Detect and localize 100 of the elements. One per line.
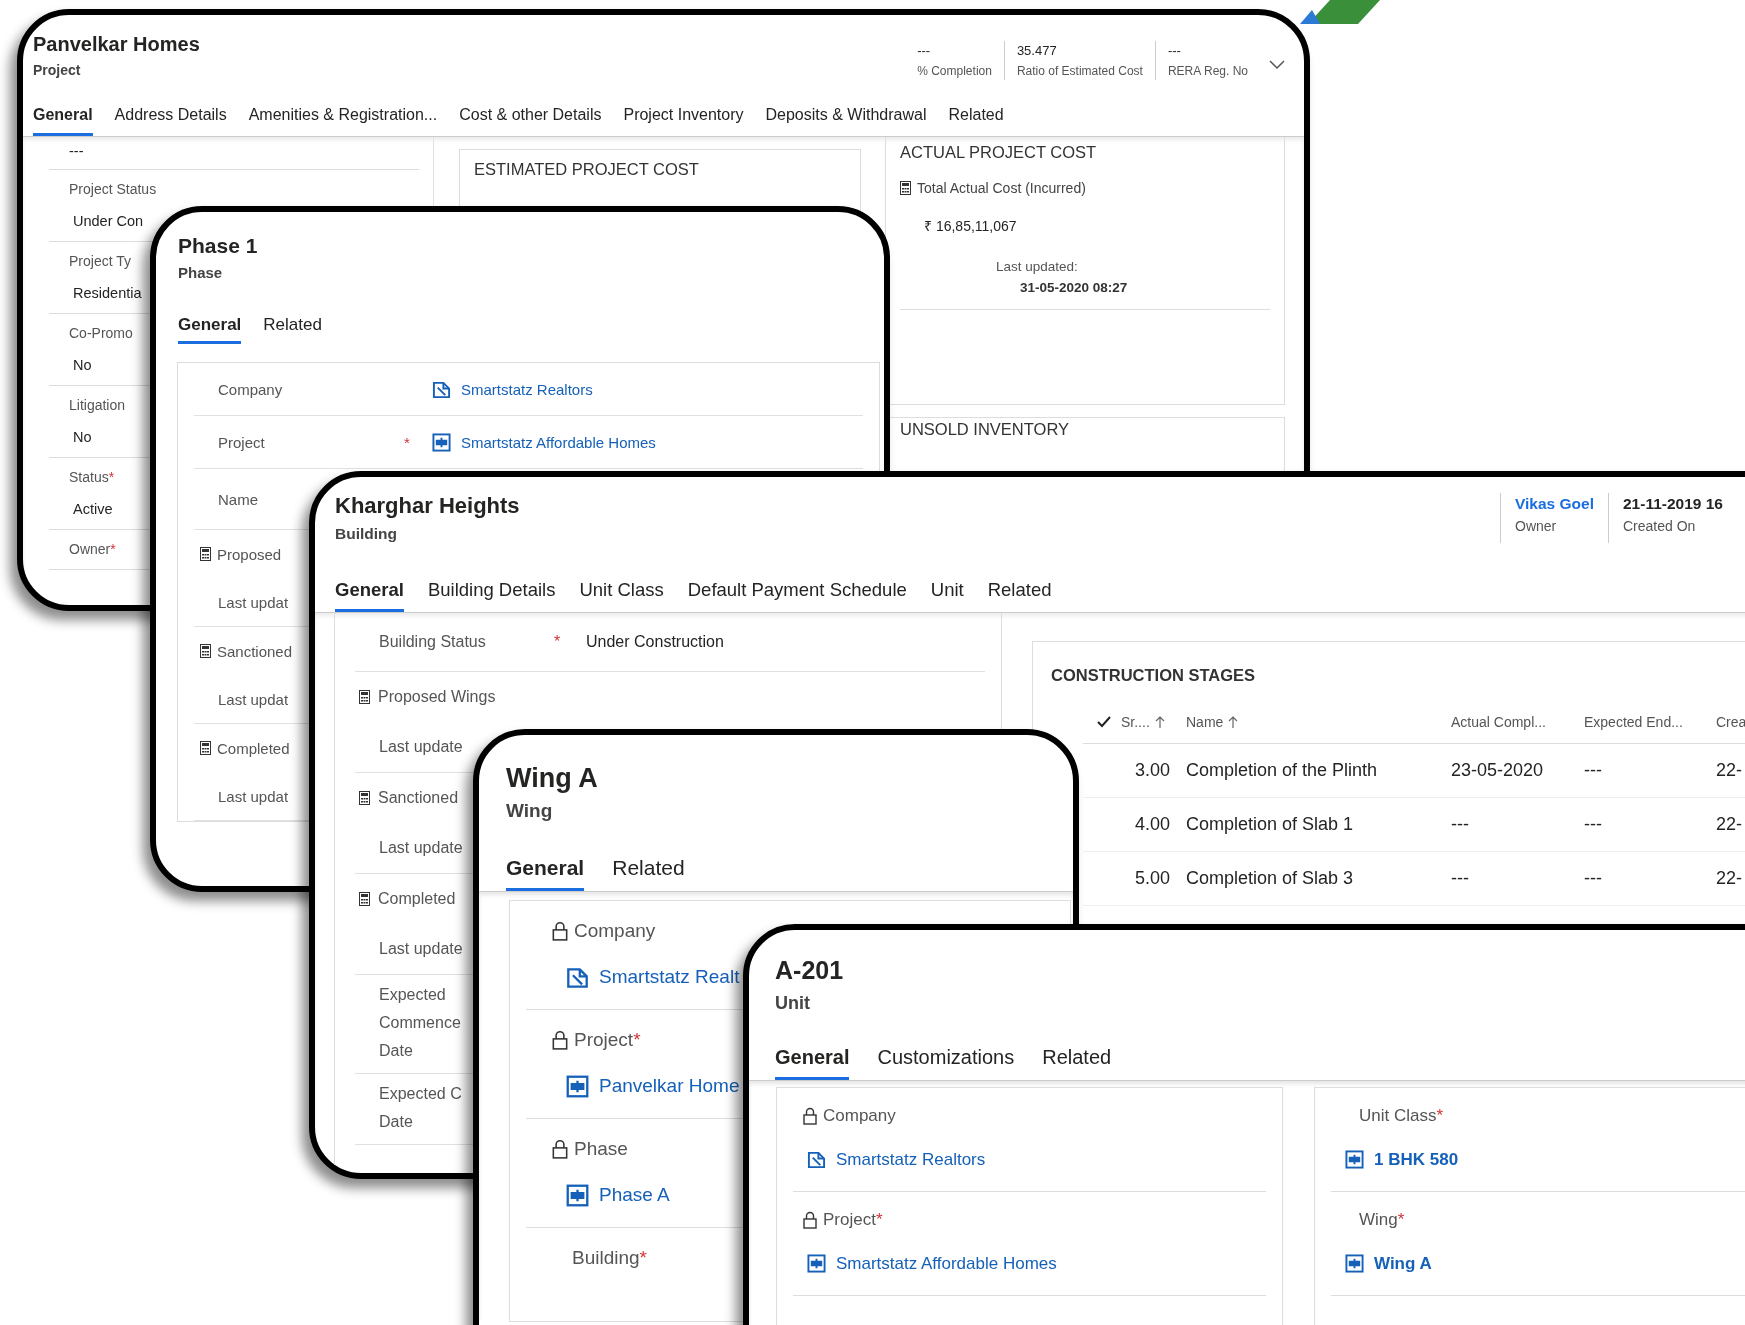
check-icon[interactable] (1096, 715, 1112, 729)
field-label: Last updat (218, 787, 289, 805)
tab[interactable]: Related (948, 106, 1004, 136)
record-type: Wing (506, 800, 554, 822)
record-title: Wing A (506, 763, 599, 794)
tab[interactable]: Related (1042, 1046, 1112, 1080)
table-cell: 23-05-2020 (1451, 760, 1544, 781)
table-cell: 3.00 (1134, 760, 1170, 781)
tab[interactable]: Address Details (114, 106, 227, 136)
tab[interactable]: Default Payment Schedule (687, 579, 907, 612)
field-value: Residentia (73, 285, 142, 301)
field-label: Expected (379, 985, 446, 1005)
building-record-icon (432, 379, 451, 399)
required-mark: * (108, 469, 115, 485)
required-mark: * (639, 1247, 647, 1269)
tab[interactable]: General (33, 106, 93, 136)
record-icon (1345, 1254, 1364, 1273)
field-label: Last updated: (996, 259, 1078, 274)
lookup-link[interactable]: Smartstatz Affordable Homes (461, 433, 656, 451)
tab[interactable]: General (775, 1046, 850, 1080)
header-label: RERA Reg. No (1167, 64, 1248, 78)
calculator-icon (200, 547, 211, 561)
table-cell: Completion of Slab 1 (1186, 814, 1354, 835)
tab[interactable]: Cost & other Details (459, 106, 602, 136)
field-label: Last updat (218, 593, 289, 611)
tab[interactable]: Project Inventory (623, 106, 744, 136)
tab[interactable]: General (178, 315, 242, 344)
chevron-down-icon[interactable] (1268, 59, 1286, 71)
tab[interactable]: Related (263, 315, 322, 344)
field-label: Phase (574, 1138, 628, 1160)
field-label: Last update (379, 738, 463, 756)
field-value: No (73, 357, 92, 373)
table-cell: Completion of the Plinth (1186, 760, 1378, 781)
header-value: 21-11-2019 16 (1623, 495, 1723, 513)
field-label: Project Status (69, 181, 157, 197)
tab[interactable]: Related (612, 856, 685, 891)
record-icon (807, 1254, 826, 1273)
lookup-link[interactable]: Smartstatz Realt (599, 966, 740, 988)
tab[interactable]: Amenities & Registration... (248, 106, 438, 136)
record-title: Kharghar Heights (335, 493, 521, 519)
field-label: Sanctioned (378, 789, 459, 807)
record-title: Phase 1 (178, 234, 259, 258)
column-header[interactable]: Sr.... (1121, 714, 1150, 730)
field-value: Under Construction (586, 633, 724, 651)
tab[interactable]: Deposits & Withdrawal (765, 106, 927, 136)
calculator-icon (359, 791, 370, 805)
column-header[interactable]: Actual Compl... (1451, 714, 1546, 730)
lookup-link[interactable]: 1 BHK 580 (1374, 1149, 1459, 1170)
building-record-icon (566, 965, 589, 989)
field-label: Proposed (217, 545, 282, 563)
field-value: Active (73, 501, 113, 517)
record-icon (1345, 1150, 1364, 1169)
field-label: Wing (1359, 1210, 1398, 1230)
field-label: Project Ty (69, 253, 131, 269)
record-icon (432, 432, 451, 452)
tab[interactable]: Unit Class (579, 579, 664, 612)
calculator-icon (200, 741, 211, 755)
section-title: ACTUAL PROJECT COST (900, 143, 1098, 162)
field-label: Last update (379, 839, 463, 857)
tab[interactable]: Related (987, 579, 1052, 612)
section-title: CONSTRUCTION STAGES (1050, 665, 1257, 685)
lookup-link[interactable]: Smartstatz Realtors (836, 1149, 986, 1170)
field-label: Company (218, 380, 283, 398)
header-value[interactable]: Vikas Goel (1515, 495, 1594, 513)
table-cell: 22- (1716, 868, 1742, 889)
lookup-link[interactable]: Smartstatz Affordable Homes (836, 1253, 1057, 1274)
lookup-link[interactable]: Phase A (599, 1184, 670, 1206)
column-header[interactable]: Expected End... (1584, 714, 1683, 730)
table-cell: --- (1584, 868, 1602, 889)
field-value: No (73, 429, 92, 445)
field-label: Last updat (218, 690, 289, 708)
tab[interactable]: Building Details (427, 579, 556, 612)
tab[interactable]: General (335, 579, 404, 612)
field-value: --- (69, 143, 84, 159)
lookup-link[interactable]: Smartstatz Realtors (461, 380, 593, 398)
field-label: Proposed Wings (378, 688, 496, 706)
table-cell: 22- (1716, 760, 1742, 781)
required-mark: * (633, 1029, 641, 1051)
lookup-link[interactable]: Panvelkar Home (599, 1075, 740, 1097)
field-label: Unit Class (1359, 1106, 1437, 1126)
record-title: Panvelkar Homes (33, 33, 200, 56)
field-label: Sanctioned (217, 642, 293, 660)
tab[interactable]: General (506, 856, 585, 891)
calculator-icon (200, 644, 211, 658)
record-type: Unit (775, 993, 811, 1014)
column-header[interactable]: Name (1186, 714, 1224, 730)
table-cell: 4.00 (1134, 814, 1170, 835)
field-label: Status (69, 469, 109, 485)
field-label: Total Actual Cost (Incurred) (917, 180, 1086, 196)
required-mark: * (404, 433, 410, 451)
field-label: Owner (69, 541, 111, 557)
tab[interactable]: Customizations (877, 1046, 1015, 1080)
calculator-icon (900, 181, 911, 195)
field-label: Project (823, 1210, 876, 1230)
tab[interactable]: Unit (930, 579, 964, 612)
section-title: ESTIMATED PROJECT COST (474, 160, 700, 179)
table-cell: --- (1584, 760, 1602, 781)
lookup-link[interactable]: Wing A (1374, 1253, 1432, 1274)
table-cell: 22- (1716, 814, 1742, 835)
field-label: Completed (217, 739, 290, 757)
